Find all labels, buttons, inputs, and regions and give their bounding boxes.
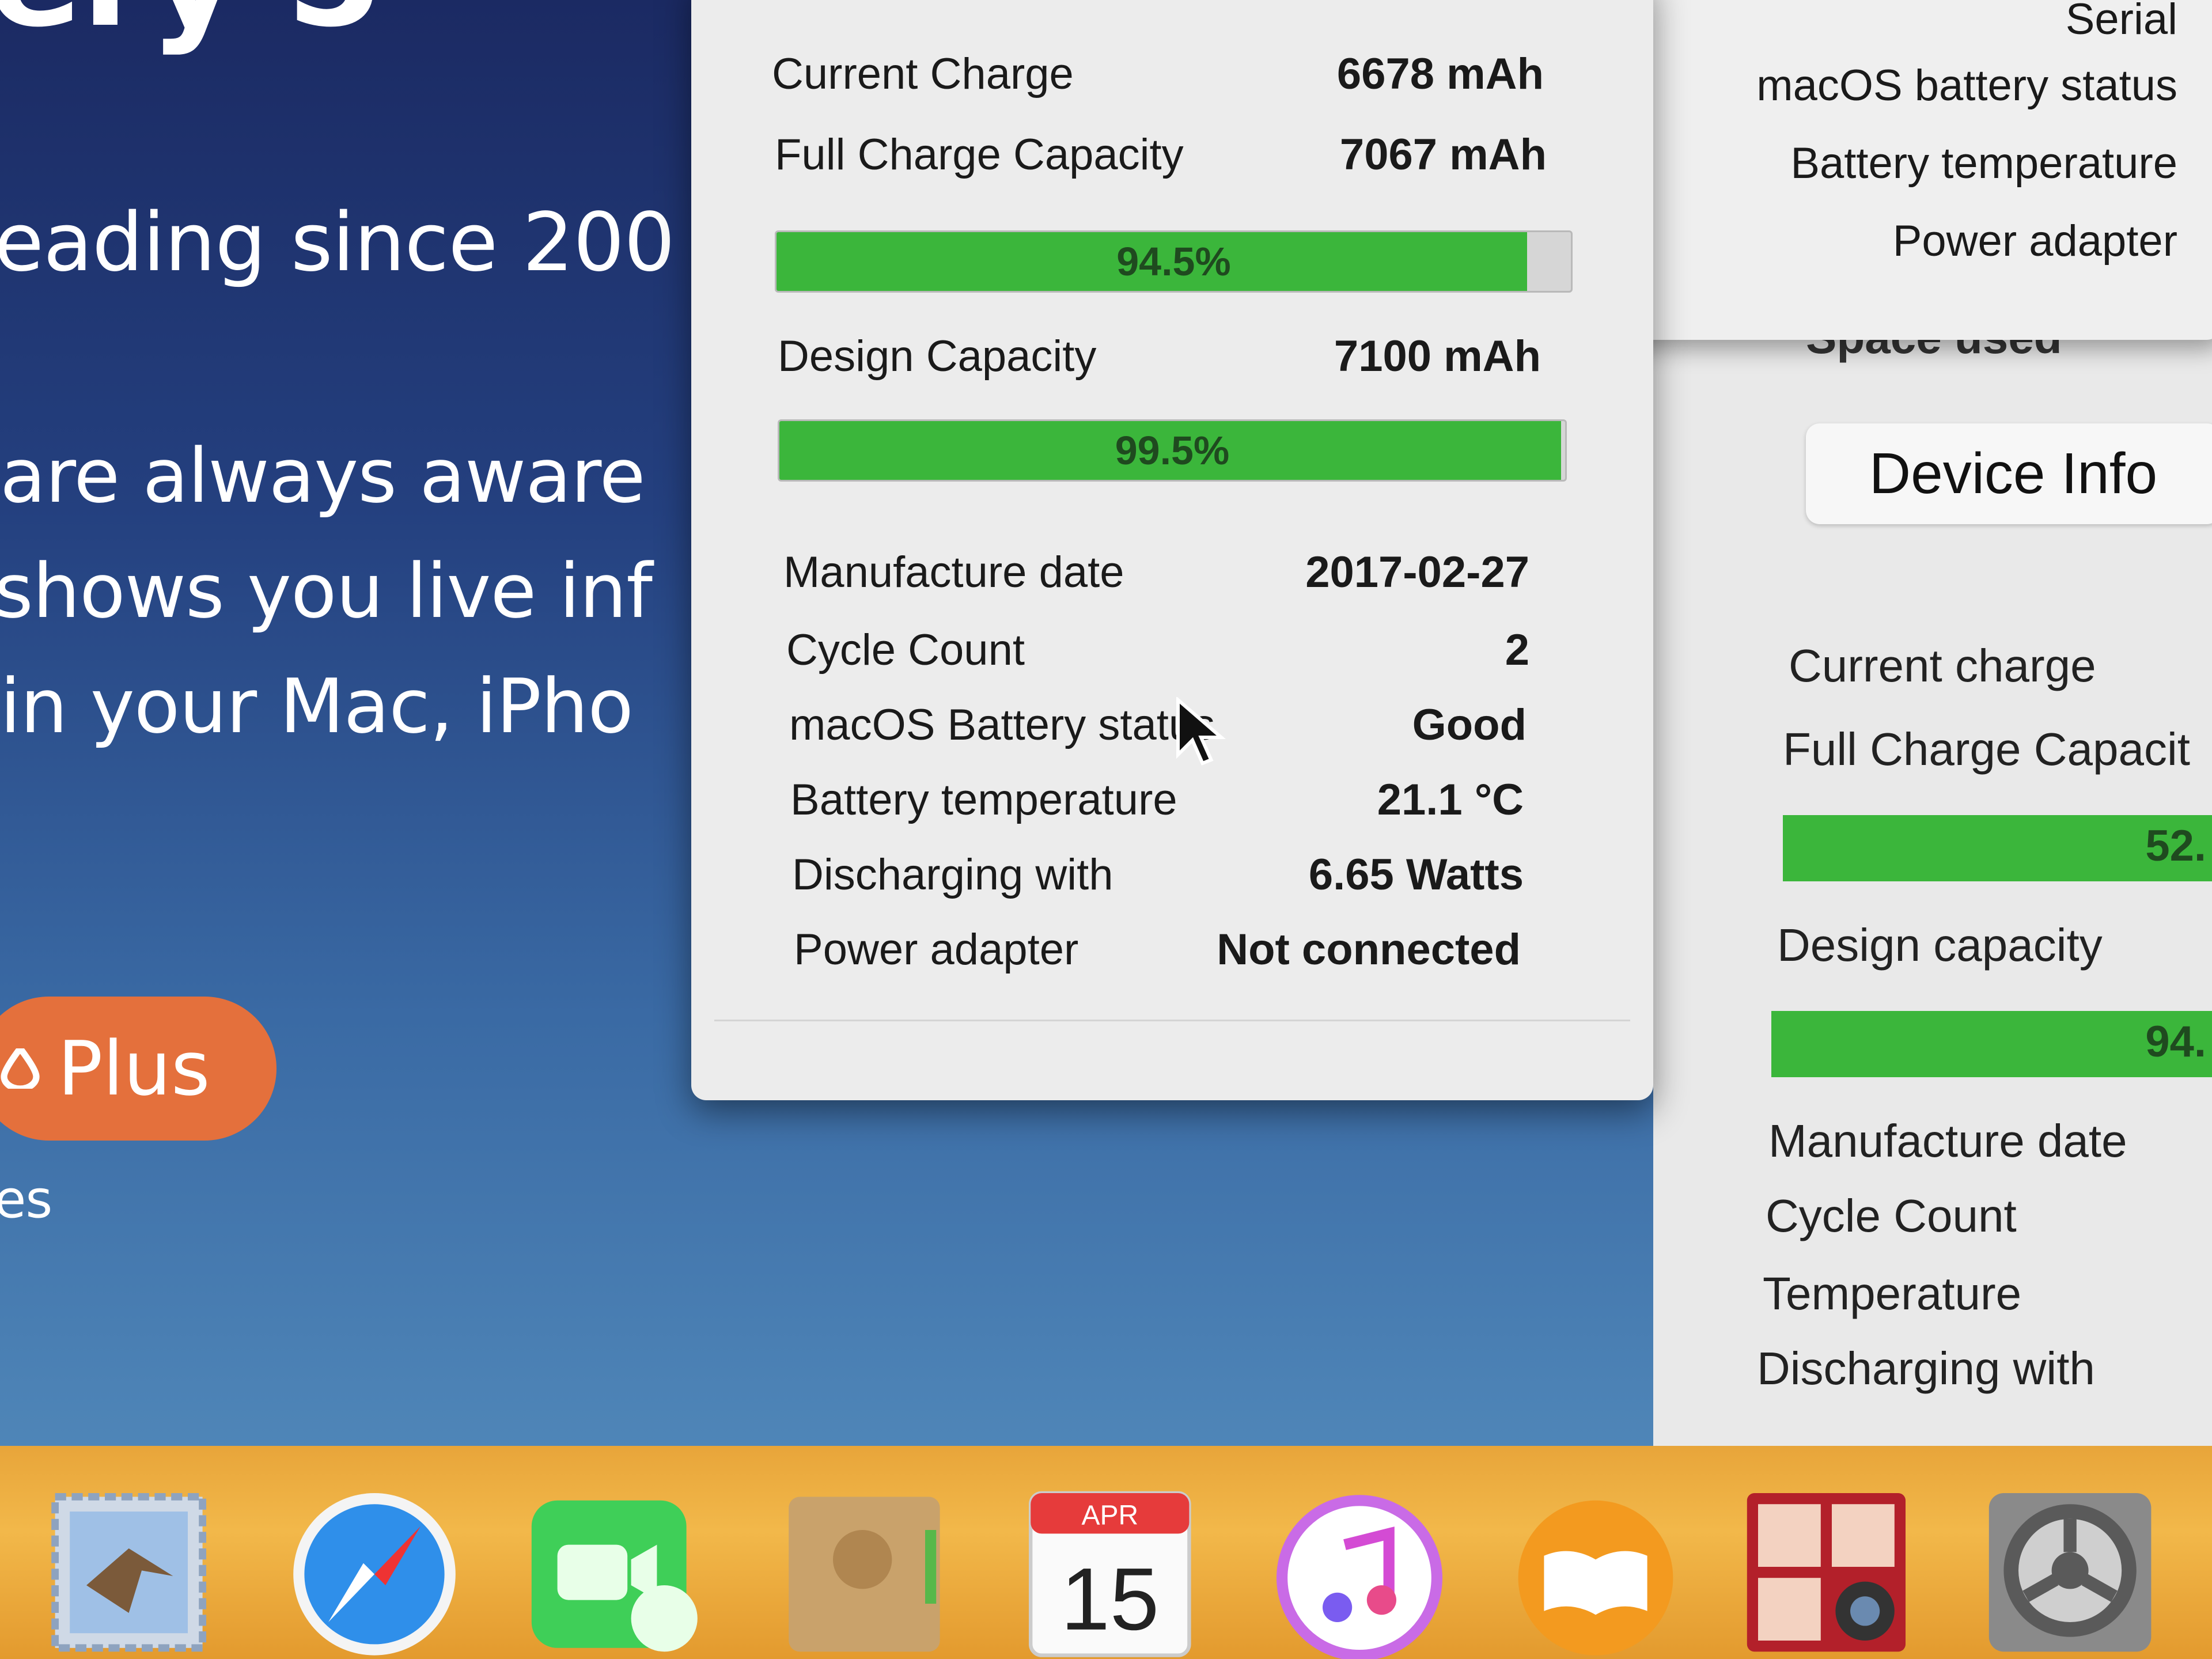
health-level-percent: 99.5% [1115,428,1230,473]
current-charge-label: Current Charge [772,50,1074,99]
current-charge-label: Current charge [1789,640,2096,691]
hero-body-line: in your Mac, iPho [0,662,634,750]
system-preferences-icon[interactable] [1982,1475,2166,1659]
mail-icon[interactable] [40,1475,225,1659]
plus-button-label: Plus [58,1025,210,1112]
menu-item-battery-temperature[interactable]: Battery temperature [1790,138,2177,188]
photo-booth-icon[interactable] [1740,1475,1924,1659]
contacts-icon[interactable] [778,1475,962,1659]
calendar-day: 15 [1060,1550,1159,1649]
hero-title: ery 5 [0,0,382,58]
hero-footer-text: es [0,1169,52,1230]
detail-label-power-adapter: Power adapter [794,925,1079,974]
column-options-menu: Serial macOS battery status Battery temp… [1624,0,2212,340]
charge-progress-bar: 52. [1783,815,2212,881]
detail-value-battery-status: Good [1412,700,1527,749]
calendar-month: APR [1081,1500,1138,1531]
design-capacity-label: Design capacity [1777,919,2103,971]
menu-item-power-adapter[interactable]: Power adapter [1893,216,2177,266]
design-progress-bar: 94. [1771,1011,2212,1077]
full-charge-label: Full Charge Capacit [1783,724,2190,775]
facetime-icon[interactable] [524,1475,709,1659]
device-info-button[interactable]: Device Info [1806,423,2212,524]
hero-subtitle: eading since 200 [0,196,675,290]
full-charge-value: 7067 mAh [1339,130,1547,179]
full-charge-label: Full Charge Capacity [775,130,1184,179]
detail-label-manufacture-date: Manufacture date [783,548,1124,597]
design-progress-text: 94. [2145,1017,2206,1066]
safari-icon[interactable] [282,1475,467,1659]
discharging-label: Discharging with [1757,1343,2095,1394]
manufacture-date-label: Manufacture date [1768,1115,2127,1166]
menu-item-serial[interactable]: Serial [2066,0,2177,44]
cycle-count-label: Cycle Count [1766,1190,2017,1241]
detail-value-power-adapter: Not connected [1217,925,1521,974]
detail-value-battery-temperature: 21.1 °C [1377,775,1524,824]
detail-label-cycle-count: Cycle Count [786,626,1025,675]
battery-popover: Current Charge 6678 mAh Full Charge Capa… [691,0,1653,1100]
charge-progress-text: 52. [2145,821,2206,870]
detail-label-discharging: Discharging with [792,850,1113,899]
detail-label-battery-status: macOS Battery status [789,700,1215,749]
calendar-icon[interactable]: APR 15 [1020,1475,1204,1659]
menu-item-macos-battery-status[interactable]: macOS battery status [1756,60,2177,111]
ibooks-icon[interactable] [1503,1475,1688,1659]
detail-value-cycle-count: 2 [1505,626,1529,675]
detail-label-battery-temperature: Battery temperature [790,775,1177,824]
current-charge-value: 6678 mAh [1336,50,1544,99]
drop-icon [1,1048,40,1089]
design-capacity-label: Design Capacity [778,332,1097,381]
charge-level-percent: 94.5% [1116,239,1231,284]
temperature-label: Temperature [1763,1268,2022,1319]
popover-divider [714,1020,1630,1021]
hero-body-line: shows you live inf [0,547,653,635]
detail-value-manufacture-date: 2017-02-27 [1305,548,1529,597]
detail-value-discharging: 6.65 Watts [1308,850,1524,899]
itunes-icon[interactable] [1267,1475,1452,1659]
design-capacity-value: 7100 mAh [1334,332,1541,381]
mouse-cursor-icon [1176,697,1226,766]
health-level-bar: 99.5% [778,419,1567,482]
plus-button[interactable]: Plus [0,997,276,1141]
charge-level-bar: 94.5% [775,230,1573,293]
hero-body-line: are always aware [0,432,646,520]
